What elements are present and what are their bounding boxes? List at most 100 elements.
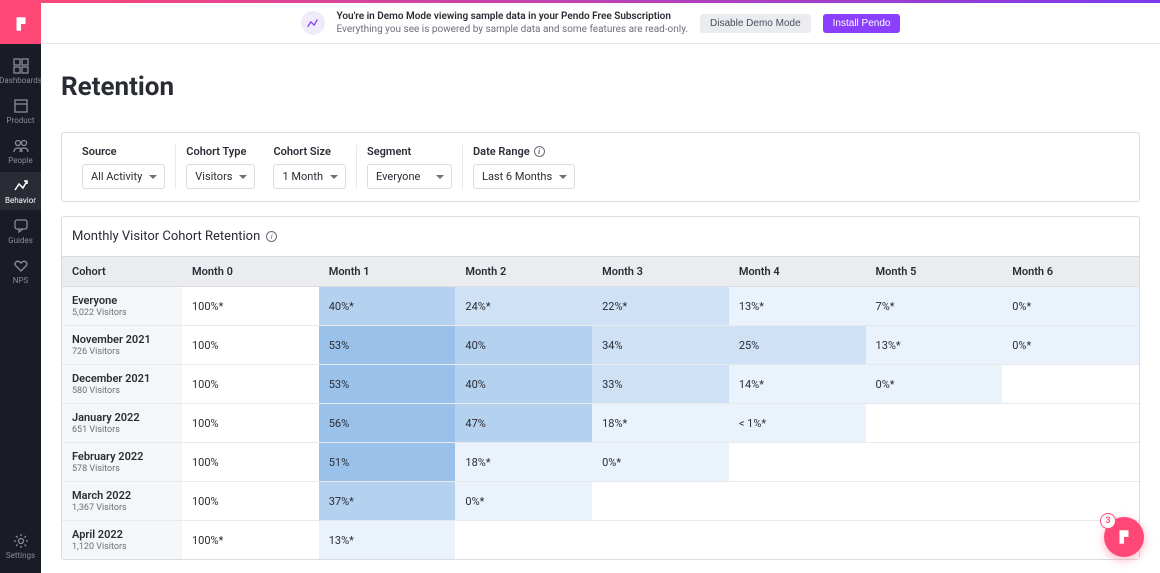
retention-cell: 7%* bbox=[866, 287, 1003, 326]
cohort-name: March 2022 bbox=[72, 489, 172, 502]
retention-cell: 100% bbox=[182, 365, 319, 404]
retention-cell bbox=[1002, 443, 1139, 482]
sidebar-item-label: Dashboards bbox=[0, 76, 42, 85]
date-range-value: Last 6 Months bbox=[482, 170, 552, 183]
info-icon[interactable] bbox=[266, 231, 277, 242]
retention-cell: 100%* bbox=[182, 521, 319, 560]
retention-cell: 13%* bbox=[866, 326, 1003, 365]
product-icon bbox=[13, 98, 29, 114]
cohort-name: February 2022 bbox=[72, 450, 172, 463]
retention-cell: 100% bbox=[182, 443, 319, 482]
sidebar-item-guides[interactable]: Guides bbox=[0, 212, 41, 250]
demo-banner-title: You're in Demo Mode viewing sample data … bbox=[337, 10, 689, 23]
help-fab[interactable]: 3 bbox=[1104, 517, 1144, 557]
retention-cell: 37%* bbox=[319, 482, 456, 521]
filter-cohort-type-label: Cohort Type bbox=[186, 145, 255, 158]
retention-cell: 40%* bbox=[319, 287, 456, 326]
retention-cell: 13%* bbox=[729, 287, 866, 326]
install-pendo-button[interactable]: Install Pendo bbox=[823, 14, 901, 33]
nav-list: Dashboards Product People Behavior Guide… bbox=[0, 44, 41, 290]
retention-cell: 47% bbox=[455, 404, 592, 443]
sidebar-item-label: Guides bbox=[8, 236, 33, 245]
table-header-row: CohortMonth 0Month 1Month 2Month 3Month … bbox=[62, 257, 1139, 287]
cohort-name: December 2021 bbox=[72, 372, 172, 385]
retention-cell: 22%* bbox=[592, 287, 729, 326]
retention-cell: 0%* bbox=[592, 443, 729, 482]
filter-segment: Segment Everyone bbox=[357, 145, 463, 189]
demo-banner-subtitle: Everything you see is powered by sample … bbox=[337, 23, 689, 36]
source-select-value: All Activity bbox=[91, 170, 142, 183]
table-row: January 2022651 Visitors100%56%47%18%*< … bbox=[62, 404, 1139, 443]
retention-cell: 100% bbox=[182, 482, 319, 521]
cohort-cell: March 20221,367 Visitors bbox=[62, 482, 182, 521]
table-column-header: Month 2 bbox=[455, 257, 592, 287]
retention-cell: 25% bbox=[729, 326, 866, 365]
retention-cell: 18%* bbox=[455, 443, 592, 482]
table-column-header: Month 6 bbox=[1002, 257, 1139, 287]
sidebar-item-product[interactable]: Product bbox=[0, 92, 41, 130]
sidebar: Dashboards Product People Behavior Guide… bbox=[0, 3, 41, 573]
retention-cell: 0%* bbox=[1002, 287, 1139, 326]
sidebar-item-behavior[interactable]: Behavior bbox=[0, 172, 41, 210]
retention-cell bbox=[866, 482, 1003, 521]
cohort-visitors: 5,022 Visitors bbox=[72, 308, 172, 318]
sidebar-item-settings[interactable]: Settings bbox=[0, 527, 41, 565]
retention-cell: 100%* bbox=[182, 287, 319, 326]
sidebar-item-label: Product bbox=[7, 116, 35, 125]
info-icon[interactable] bbox=[534, 146, 545, 157]
nps-icon bbox=[13, 258, 29, 274]
cohort-visitors: 578 Visitors bbox=[72, 464, 172, 474]
sidebar-item-label: People bbox=[8, 156, 32, 165]
main-area: You're in Demo Mode viewing sample data … bbox=[41, 3, 1160, 573]
retention-cell: 40% bbox=[455, 365, 592, 404]
retention-cell: 0%* bbox=[455, 482, 592, 521]
table-row: April 20221,120 Visitors100%*13%* bbox=[62, 521, 1139, 560]
cohort-type-value: Visitors bbox=[195, 170, 232, 183]
retention-cell: 100% bbox=[182, 404, 319, 443]
dashboards-icon bbox=[13, 58, 29, 74]
sidebar-item-people[interactable]: People bbox=[0, 132, 41, 170]
gear-icon bbox=[13, 533, 29, 549]
retention-cell bbox=[1002, 365, 1139, 404]
table-column-header: Month 5 bbox=[866, 257, 1003, 287]
segment-select[interactable]: Everyone bbox=[367, 164, 452, 189]
disable-demo-button[interactable]: Disable Demo Mode bbox=[700, 14, 811, 33]
retention-cell: 34% bbox=[592, 326, 729, 365]
sidebar-item-label: NPS bbox=[13, 276, 29, 285]
cohort-name: Everyone bbox=[72, 294, 172, 307]
cohort-cell: January 2022651 Visitors bbox=[62, 404, 182, 443]
cohort-visitors: 1,120 Visitors bbox=[72, 542, 172, 552]
retention-cell: 0%* bbox=[866, 365, 1003, 404]
table-row: November 2021726 Visitors100%53%40%34%25… bbox=[62, 326, 1139, 365]
retention-cell bbox=[729, 443, 866, 482]
retention-cell bbox=[729, 482, 866, 521]
table-row: March 20221,367 Visitors100%37%*0%* bbox=[62, 482, 1139, 521]
retention-cell: 53% bbox=[319, 326, 456, 365]
retention-cell: 40% bbox=[455, 326, 592, 365]
date-range-select[interactable]: Last 6 Months bbox=[473, 164, 575, 189]
table-column-header: Month 0 bbox=[182, 257, 319, 287]
table-row: February 2022578 Visitors100%51%18%*0%* bbox=[62, 443, 1139, 482]
filter-segment-label: Segment bbox=[367, 145, 452, 158]
source-select[interactable]: All Activity bbox=[82, 164, 165, 189]
cohort-type-select[interactable]: Visitors bbox=[186, 164, 255, 189]
sidebar-item-dashboards[interactable]: Dashboards bbox=[0, 52, 41, 90]
retention-cell: 18%* bbox=[592, 404, 729, 443]
demo-banner: You're in Demo Mode viewing sample data … bbox=[41, 3, 1160, 44]
retention-cell bbox=[729, 521, 866, 560]
table-title: Monthly Visitor Cohort Retention bbox=[72, 229, 260, 244]
cohort-size-select[interactable]: 1 Month bbox=[273, 164, 346, 189]
behavior-icon bbox=[13, 178, 29, 194]
retention-cell: 14%* bbox=[729, 365, 866, 404]
retention-cell: 56% bbox=[319, 404, 456, 443]
sidebar-item-nps[interactable]: NPS bbox=[0, 252, 41, 290]
logo[interactable] bbox=[0, 3, 41, 44]
cohort-name: January 2022 bbox=[72, 411, 172, 424]
cohort-cell: November 2021726 Visitors bbox=[62, 326, 182, 365]
table-column-header: Cohort bbox=[62, 257, 182, 287]
demo-banner-text: You're in Demo Mode viewing sample data … bbox=[337, 10, 689, 36]
retention-cell bbox=[866, 404, 1003, 443]
cohort-name: November 2021 bbox=[72, 333, 172, 346]
cohort-size-value: 1 Month bbox=[282, 170, 323, 183]
table-row: Everyone5,022 Visitors100%*40%*24%*22%*1… bbox=[62, 287, 1139, 326]
